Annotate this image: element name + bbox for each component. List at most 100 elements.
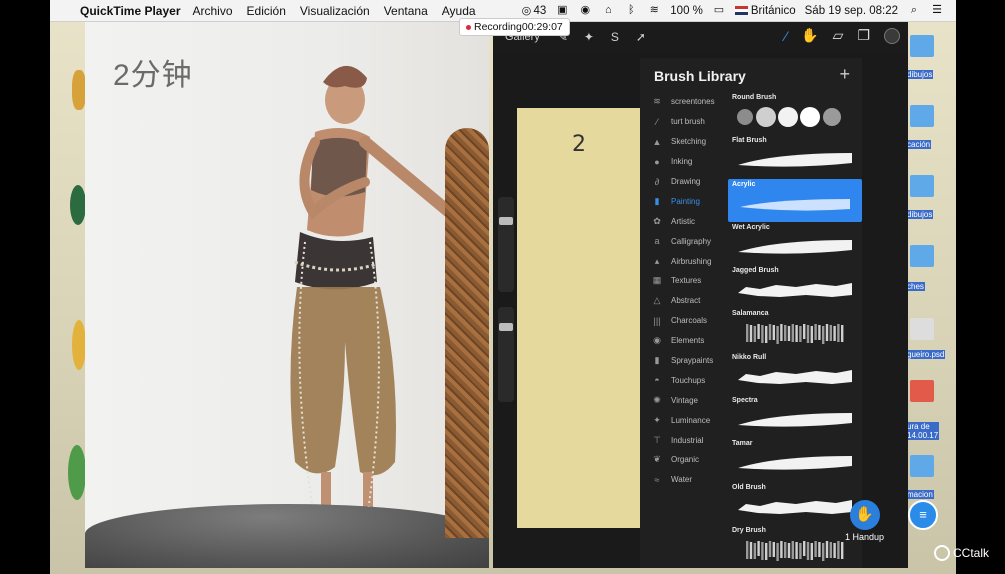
brush-category-item[interactable]: ❦ Organic <box>640 450 726 470</box>
dancer-figure <box>290 65 455 533</box>
smudge-tool-icon[interactable]: ✋ <box>801 27 818 44</box>
brush-category-item[interactable]: ● Inking <box>640 152 726 172</box>
brush-category-label: Luminance <box>671 415 711 425</box>
chat-bubble-icon[interactable]: ≡ <box>908 500 938 530</box>
brush-category-item[interactable]: ≈ Water <box>640 470 726 490</box>
brush-category-item[interactable]: ∂ Drawing <box>640 172 726 192</box>
desktop-folder-icon[interactable] <box>910 35 934 57</box>
selection-icon[interactable]: S <box>602 30 628 44</box>
desktop-folder-icon[interactable] <box>910 175 934 197</box>
menu-ventana[interactable]: Ventana <box>384 4 428 18</box>
search-icon[interactable]: ⌕ <box>907 5 921 16</box>
menu-ayuda[interactable]: Ayuda <box>442 4 476 18</box>
brush-category-item[interactable]: ⁄ turt brush <box>640 112 726 132</box>
brush-item[interactable]: Flat Brush <box>728 135 862 178</box>
menu-app-name[interactable]: QuickTime Player <box>80 4 181 18</box>
clock[interactable]: Sáb 19 sep. 08:22 <box>805 5 898 17</box>
wifi-icon[interactable]: ≋ <box>647 5 661 16</box>
slider-knob[interactable] <box>499 323 513 331</box>
desktop-image-icon[interactable] <box>910 380 934 402</box>
brush-category-item[interactable]: a Calligraphy <box>640 231 726 251</box>
menu-edicion[interactable]: Edición <box>247 4 286 18</box>
desktop-file-label[interactable]: cación <box>906 140 932 149</box>
brush-category-item[interactable]: ||| Charcoals <box>640 311 726 331</box>
cctalk-logo-icon <box>934 545 950 561</box>
brush-category-item[interactable]: ▦ Textures <box>640 271 726 291</box>
brush-item[interactable]: Salamanca <box>728 308 862 351</box>
brush-category-item[interactable]: ◉ Elements <box>640 331 726 351</box>
brush-category-label: Organic <box>671 455 700 465</box>
cctalk-brand: CCtalk <box>934 545 989 561</box>
brush-category-icon: ▲ <box>652 136 662 147</box>
desktop-file-label[interactable]: ura de 14.00.17 <box>906 422 940 440</box>
eye-icon[interactable]: ◉ <box>578 5 592 16</box>
brush-item[interactable]: Nikko Rull <box>728 352 862 395</box>
desktop-icon-decoration <box>68 445 86 500</box>
brush-item[interactable]: Acrylic <box>728 178 862 222</box>
desktop-file-label[interactable]: ches <box>906 282 925 291</box>
brush-category-item[interactable]: △ Abstract <box>640 291 726 311</box>
brush-stroke-preview <box>738 369 852 384</box>
brush-item[interactable]: Spectra <box>728 395 862 438</box>
screen-icon[interactable]: ▣ <box>555 5 569 16</box>
brush-item[interactable]: Old Brush <box>728 482 862 525</box>
brush-category-item[interactable]: ⊤ Industrial <box>640 430 726 450</box>
raised-hand-icon: ✋ <box>849 500 880 530</box>
brush-tool-icon[interactable]: ⁄ <box>785 28 787 44</box>
brush-category-item[interactable]: ≋ screentones <box>640 92 726 112</box>
brush-category-label: screentones <box>671 97 715 107</box>
color-picker-button[interactable] <box>884 27 900 44</box>
bluetooth-icon[interactable]: ᛒ <box>624 5 638 16</box>
stage-floor <box>85 504 489 568</box>
brush-category-item[interactable]: ◓ Touchups <box>640 370 726 390</box>
menu-archivo[interactable]: Archivo <box>193 4 233 18</box>
cctalk-label: CCtalk <box>953 546 990 560</box>
brush-category-item[interactable]: ✿ Artistic <box>640 211 726 231</box>
slider-knob[interactable] <box>499 217 513 225</box>
brush-category-label: Artistic <box>671 216 695 226</box>
list-icon[interactable]: ☰ <box>930 5 944 16</box>
desktop-folder-icon[interactable] <box>910 105 934 127</box>
desktop-folder-icon[interactable] <box>910 245 934 267</box>
brush-item[interactable]: Round Brush <box>728 92 862 135</box>
brush-category-item[interactable]: ✦ Luminance <box>640 410 726 430</box>
drawing-canvas[interactable]: 2 <box>517 108 640 528</box>
eraser-tool-icon[interactable]: ▱ <box>833 27 844 44</box>
brush-category-item[interactable]: ▮ Spraypaints <box>640 351 726 371</box>
add-brush-set-button[interactable]: + <box>839 64 850 85</box>
desktop-file-label[interactable]: gueiro.psd <box>906 350 946 359</box>
brush-category-label: Vintage <box>671 395 698 405</box>
brush-category-label: Spraypaints <box>671 356 714 366</box>
notification-count[interactable]: ◎ 43 <box>519 5 547 17</box>
procreate-sidebar <box>498 197 514 477</box>
desktop-file-label[interactable]: macion <box>906 490 934 499</box>
recording-indicator[interactable]: Recording 00:29:07 <box>459 18 570 36</box>
desktop-file-label[interactable]: dibujos <box>906 210 934 219</box>
brush-category-label: Touchups <box>671 375 706 385</box>
brush-item[interactable]: Tamar <box>728 438 862 481</box>
brush-category-item[interactable]: ▲ Sketching <box>640 132 726 152</box>
brush-size-slider[interactable] <box>498 197 514 292</box>
brush-stroke-preview <box>746 540 844 561</box>
keyboard-layout[interactable]: Británico <box>734 5 796 17</box>
transform-icon[interactable]: ➚ <box>628 30 654 44</box>
battery-level[interactable]: 100 % <box>670 5 703 17</box>
desktop-image-icon[interactable] <box>910 318 934 340</box>
menu-visualizacion[interactable]: Visualización <box>300 4 370 18</box>
brush-item[interactable]: Wet Acrylic <box>728 222 862 265</box>
brush-item[interactable]: Jagged Brush <box>728 265 862 308</box>
brush-category-label: Calligraphy <box>671 236 712 246</box>
adjustments-icon[interactable]: ✦ <box>576 30 602 44</box>
brush-stroke-preview <box>746 324 844 345</box>
brush-category-item[interactable]: ▮ Painting <box>640 191 726 211</box>
desktop-file-label[interactable]: dibujos <box>906 70 934 79</box>
airdrop-icon[interactable]: ⌂ <box>601 5 615 16</box>
desktop-folder-icon[interactable] <box>910 455 934 477</box>
layers-icon[interactable]: ❐ <box>857 27 870 44</box>
brush-category-item[interactable]: ▴ Airbrushing <box>640 251 726 271</box>
handup-button[interactable]: ✋ 1 Handup <box>845 500 884 542</box>
brush-category-item[interactable]: ✺ Vintage <box>640 390 726 410</box>
brush-item[interactable]: Dry Brush <box>728 525 862 568</box>
opacity-slider[interactable] <box>498 307 514 402</box>
brush-stroke-preview <box>738 283 852 298</box>
